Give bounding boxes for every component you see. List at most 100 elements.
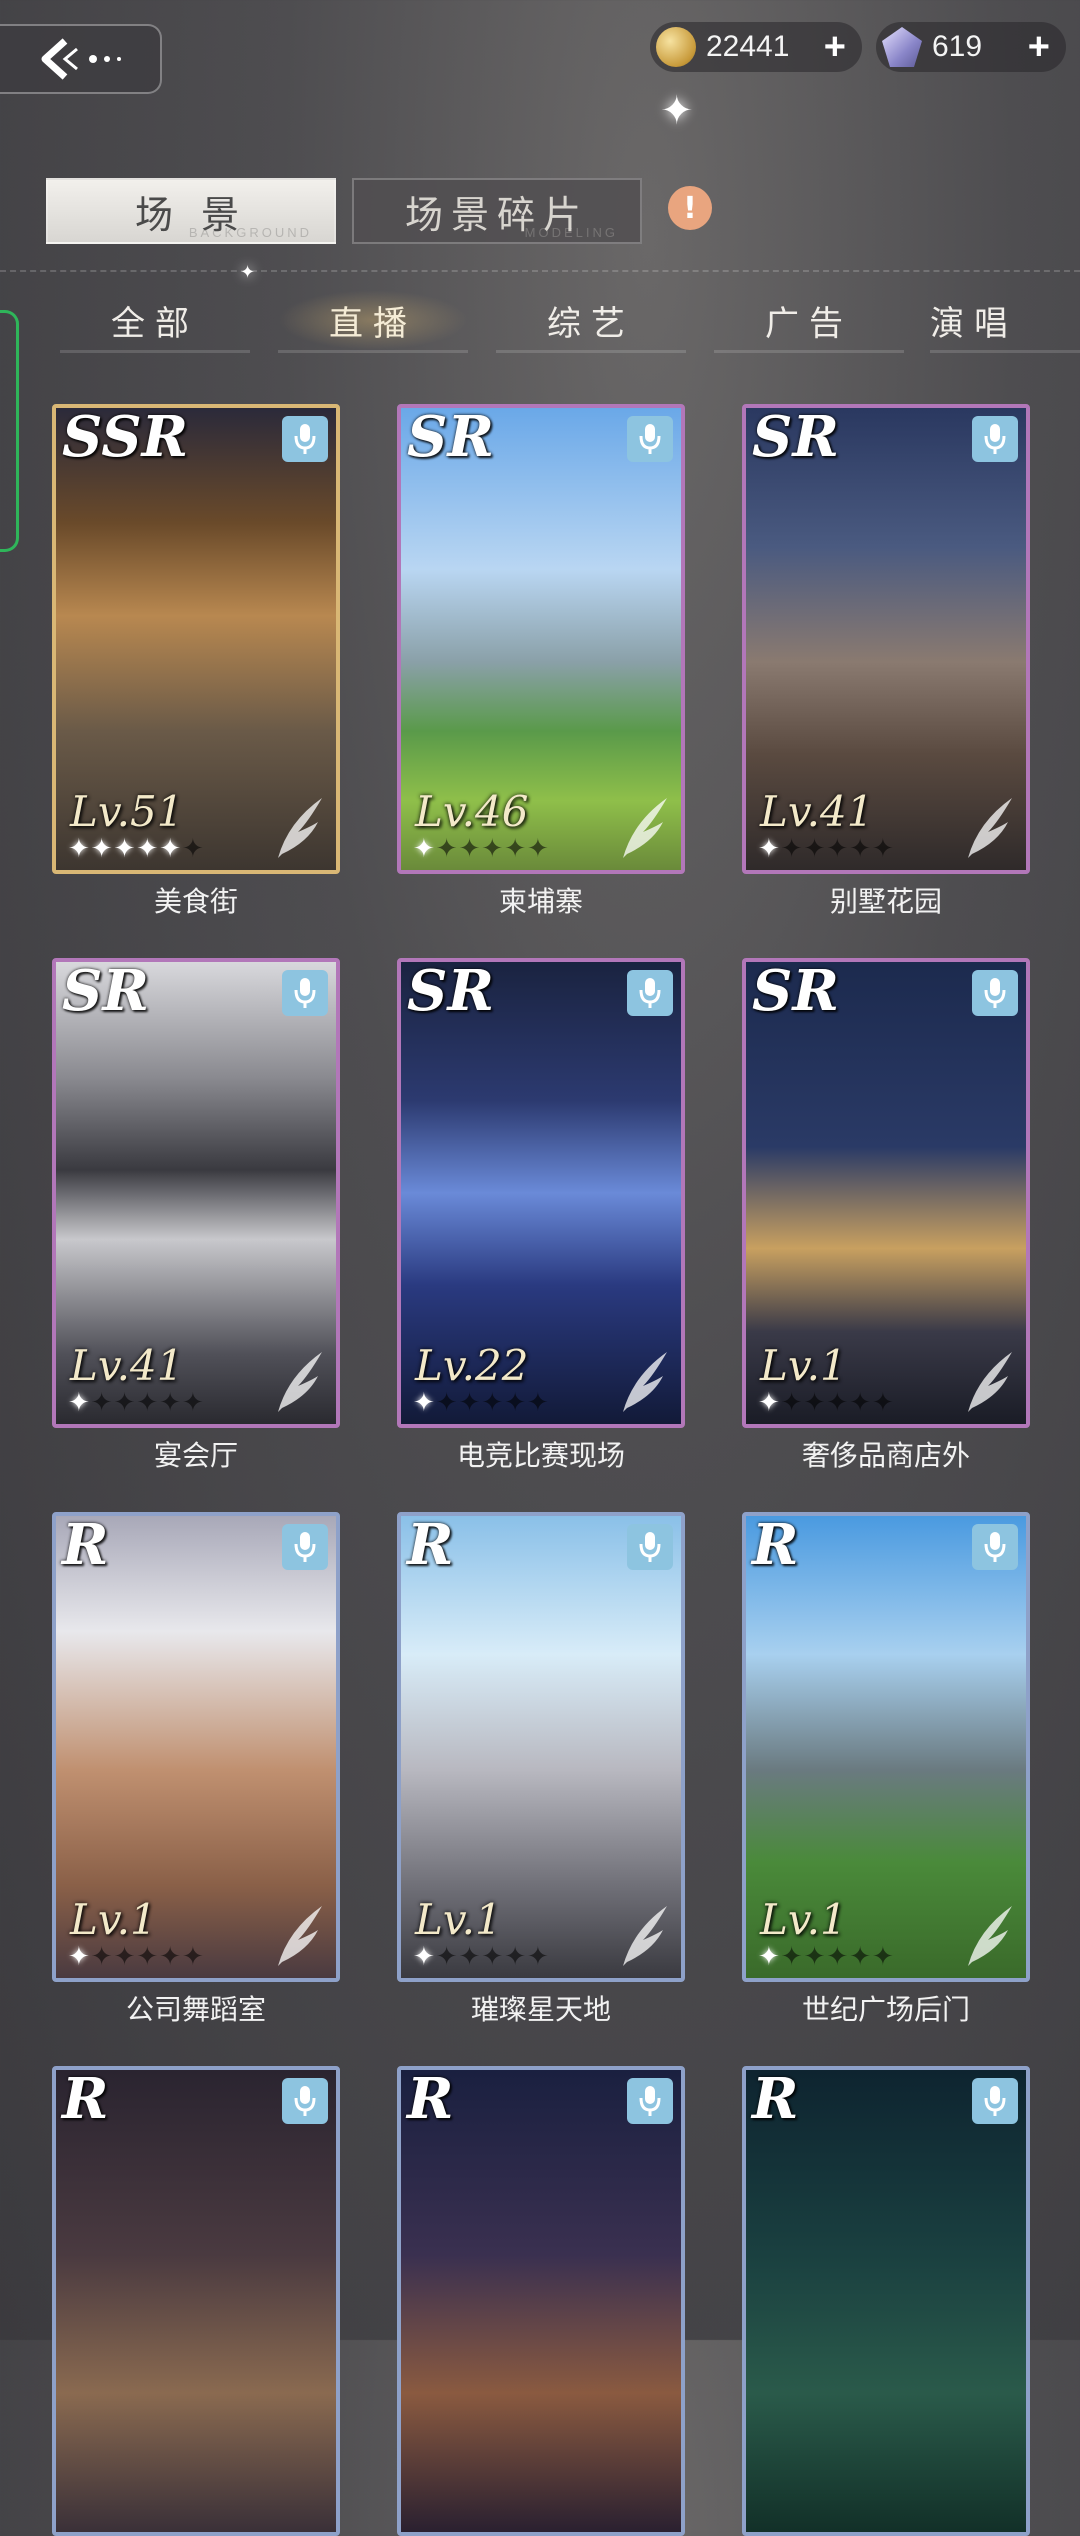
star-filled-icon: ✦ bbox=[159, 834, 182, 864]
back-button[interactable] bbox=[0, 24, 162, 94]
star-empty-icon: ✦ bbox=[803, 1942, 827, 1972]
level-label: Lv.41 bbox=[70, 1341, 184, 1390]
star-empty-icon: ✦ bbox=[458, 834, 482, 864]
star-empty-icon: ✦ bbox=[504, 1388, 527, 1418]
scene-card[interactable]: R Lv.1 ✦✦✦✦✦✦ bbox=[397, 1512, 685, 1982]
rarity-badge: SR bbox=[407, 958, 494, 1024]
star-rating: ✦✦✦✦✦✦ bbox=[68, 1388, 205, 1418]
microphone-icon bbox=[282, 1524, 328, 1570]
scene-card[interactable]: R bbox=[52, 2066, 340, 2536]
add-gold-button[interactable]: + bbox=[824, 26, 846, 69]
scene-card[interactable]: SR Lv.41 ✦✦✦✦✦✦ bbox=[742, 404, 1030, 874]
feather-emblem-icon bbox=[268, 1346, 328, 1416]
scene-art-image bbox=[746, 2070, 1026, 2532]
scene-name: 柬埔寨 bbox=[498, 885, 583, 918]
scene-card[interactable]: SR Lv.22 ✦✦✦✦✦✦ bbox=[397, 958, 685, 1428]
star-empty-icon: ✦ bbox=[435, 834, 459, 864]
level-label: Lv.51 bbox=[70, 787, 184, 836]
level-label: Lv.1 bbox=[70, 1895, 157, 1944]
microphone-icon bbox=[972, 970, 1018, 1016]
level-label: Lv.1 bbox=[415, 1895, 502, 1944]
category-tab-concert[interactable]: 演唱 bbox=[930, 290, 1080, 353]
scene-card[interactable]: SR Lv.1 ✦✦✦✦✦✦ bbox=[742, 958, 1030, 1428]
star-filled-icon: ✦ bbox=[413, 1388, 436, 1418]
star-empty-icon: ✦ bbox=[159, 1388, 182, 1418]
star-filled-icon: ✦ bbox=[68, 1942, 91, 1972]
scene-card[interactable]: SSR Lv.51 ✦✦✦✦✦✦ bbox=[52, 404, 340, 874]
star-empty-icon: ✦ bbox=[849, 1388, 872, 1418]
star-rating: ✦✦✦✦✦✦ bbox=[68, 834, 205, 864]
category-tab-all[interactable]: 全部 bbox=[60, 290, 250, 353]
scene-card[interactable]: SR Lv.46 ✦✦✦✦✦✦ bbox=[397, 404, 685, 874]
star-empty-icon: ✦ bbox=[504, 1942, 527, 1972]
category-tab-label: 演唱 bbox=[930, 303, 1018, 344]
star-filled-icon: ✦ bbox=[413, 1942, 436, 1972]
scene-name: 宴会厅 bbox=[153, 1439, 238, 1472]
star-empty-icon: ✦ bbox=[780, 1942, 804, 1972]
back-arrow-icon bbox=[41, 38, 121, 80]
star-empty-icon: ✦ bbox=[136, 1388, 160, 1418]
star-empty-icon: ✦ bbox=[113, 1942, 137, 1972]
scene-card[interactable]: R Lv.1 ✦✦✦✦✦✦ bbox=[52, 1512, 340, 1982]
level-label: Lv.1 bbox=[760, 1895, 847, 1944]
category-tab-advert[interactable]: 广告 bbox=[714, 290, 904, 353]
star-empty-icon: ✦ bbox=[826, 1942, 850, 1972]
microphone-icon bbox=[282, 416, 328, 462]
star-empty-icon: ✦ bbox=[849, 1942, 872, 1972]
star-empty-icon: ✦ bbox=[526, 1942, 550, 1972]
feather-emblem-icon bbox=[958, 1900, 1018, 1970]
star-rating: ✦✦✦✦✦✦ bbox=[758, 834, 895, 864]
level-label: Lv.46 bbox=[415, 787, 529, 836]
star-rating: ✦✦✦✦✦✦ bbox=[413, 1942, 550, 1972]
category-tab-label: 直播 bbox=[329, 303, 417, 344]
star-empty-icon: ✦ bbox=[136, 1942, 160, 1972]
level-label: Lv.1 bbox=[760, 1341, 847, 1390]
scene-name: 公司舞蹈室 bbox=[125, 1993, 266, 2026]
add-diamond-button[interactable]: + bbox=[1028, 26, 1050, 69]
scene-card[interactable]: R bbox=[742, 2066, 1030, 2536]
sparkle-decoration: ✦ bbox=[660, 88, 694, 134]
diamond-gem-icon bbox=[882, 27, 922, 67]
rarity-badge: SR bbox=[62, 958, 149, 1024]
feather-emblem-icon bbox=[958, 1346, 1018, 1416]
star-empty-icon: ✦ bbox=[435, 1942, 459, 1972]
info-alert-icon[interactable]: ! bbox=[668, 186, 712, 230]
scene-card[interactable]: R Lv.1 ✦✦✦✦✦✦ bbox=[742, 1512, 1030, 1982]
star-empty-icon: ✦ bbox=[458, 1942, 482, 1972]
star-empty-icon: ✦ bbox=[90, 1388, 114, 1418]
tab-scene[interactable]: 场 景 BACKGROUND bbox=[46, 178, 336, 244]
category-tab-label: 综艺 bbox=[547, 303, 635, 344]
microphone-icon bbox=[627, 1524, 673, 1570]
star-empty-icon: ✦ bbox=[849, 834, 872, 864]
star-empty-icon: ✦ bbox=[181, 1942, 205, 1972]
star-empty-icon: ✦ bbox=[871, 834, 895, 864]
star-empty-icon: ✦ bbox=[780, 834, 804, 864]
category-tab-live[interactable]: 直播 bbox=[278, 290, 468, 353]
scene-card[interactable]: R bbox=[397, 2066, 685, 2536]
star-filled-icon: ✦ bbox=[758, 834, 781, 864]
star-empty-icon: ✦ bbox=[181, 834, 205, 864]
star-empty-icon: ✦ bbox=[181, 1388, 205, 1418]
rarity-badge: R bbox=[752, 2066, 799, 2132]
microphone-icon bbox=[627, 970, 673, 1016]
scene-card[interactable]: SR Lv.41 ✦✦✦✦✦✦ bbox=[52, 958, 340, 1428]
category-tab-variety[interactable]: 综艺 bbox=[496, 290, 686, 353]
category-tab-label: 全部 bbox=[111, 303, 199, 344]
diamond-currency: 619 + bbox=[876, 22, 1066, 72]
gold-amount: 22441 bbox=[706, 30, 790, 63]
rarity-badge: SSR bbox=[62, 404, 189, 470]
microphone-icon bbox=[282, 2078, 328, 2124]
star-empty-icon: ✦ bbox=[803, 1388, 827, 1418]
microphone-icon bbox=[282, 970, 328, 1016]
star-empty-icon: ✦ bbox=[481, 1942, 505, 1972]
diamond-amount: 619 bbox=[932, 30, 983, 63]
rarity-badge: R bbox=[752, 1512, 799, 1578]
scene-name: 璀璨星天地 bbox=[470, 1993, 611, 2026]
star-empty-icon: ✦ bbox=[159, 1942, 182, 1972]
rarity-badge: R bbox=[407, 1512, 454, 1578]
star-empty-icon: ✦ bbox=[90, 1942, 114, 1972]
gold-coin-icon bbox=[656, 27, 696, 67]
star-filled-icon: ✦ bbox=[136, 834, 160, 864]
tab-scene-fragments[interactable]: 场景碎片 MODELING bbox=[352, 178, 642, 244]
star-empty-icon: ✦ bbox=[113, 1388, 137, 1418]
